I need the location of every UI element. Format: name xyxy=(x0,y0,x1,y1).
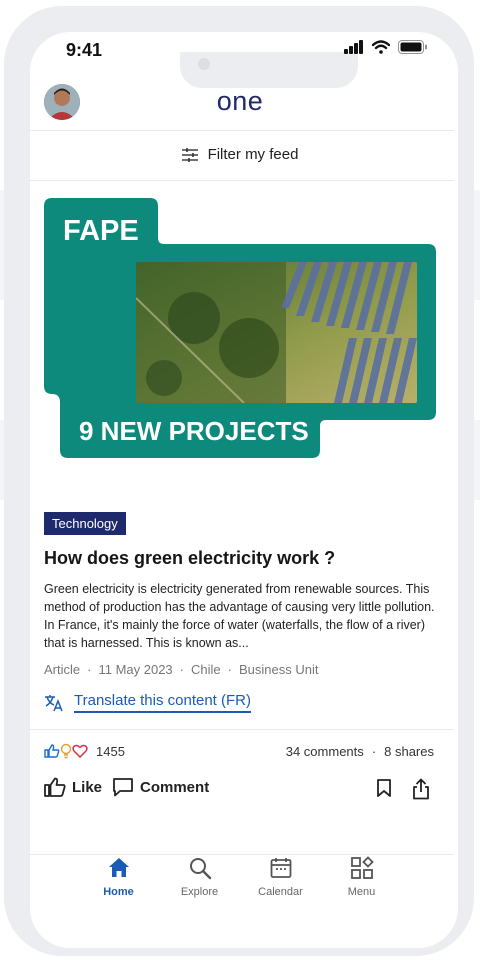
translate-link[interactable]: Translate this content (FR) xyxy=(44,692,252,713)
camera-dot xyxy=(198,58,210,70)
brand-logo: one xyxy=(216,86,264,116)
reactions-summary[interactable]: 1455 xyxy=(44,743,125,759)
battery-icon xyxy=(398,40,427,54)
nav-label: Menu xyxy=(347,886,376,898)
phone-screen xyxy=(30,32,458,948)
filter-label: Filter my feed xyxy=(207,146,299,163)
thumbs-up-reaction-icon xyxy=(44,744,60,758)
like-label: Like xyxy=(72,778,103,796)
idea-reaction-icon xyxy=(60,743,72,759)
reaction-count: 1455 xyxy=(96,743,125,759)
share-icon[interactable] xyxy=(412,778,430,800)
comment-icon xyxy=(113,778,133,797)
meta-separator: · xyxy=(87,662,92,677)
post-secondary-actions xyxy=(376,778,430,800)
meta-type: Article xyxy=(44,662,81,677)
nav-label: Home xyxy=(103,886,134,898)
nav-label: Explore xyxy=(180,886,219,898)
comments-count[interactable]: 34 comments xyxy=(286,744,364,759)
solar-field-image xyxy=(136,262,417,403)
wifi-icon xyxy=(372,40,390,54)
filter-feed-button[interactable]: Filter my feed xyxy=(0,146,480,163)
translate-icon xyxy=(45,694,63,711)
notch xyxy=(180,52,358,88)
comment-label: Comment xyxy=(140,778,210,796)
filter-sliders-icon xyxy=(181,147,198,162)
post-title[interactable]: How does green electricity work ? xyxy=(44,548,335,569)
shares-count[interactable]: 8 shares xyxy=(384,744,434,759)
thumbs-up-icon xyxy=(44,777,66,797)
status-time: 9:41 xyxy=(66,40,103,60)
search-icon xyxy=(189,858,211,880)
banner-subheadline: 9 NEW PROJECTS xyxy=(79,416,309,446)
heart-reaction-icon xyxy=(72,744,88,758)
bottom-nav: Home Explore Calendar Menu xyxy=(26,856,454,898)
engagement-counts: 34 comments · 8 shares xyxy=(286,744,434,759)
banner-headline: FAPE xyxy=(63,215,139,247)
divider xyxy=(26,729,454,730)
reaction-icons xyxy=(44,743,88,759)
meta-date: 11 May 2023 xyxy=(98,662,173,677)
meta-separator: · xyxy=(179,662,185,677)
home-icon xyxy=(108,858,129,877)
nav-item-explore[interactable]: Explore xyxy=(159,856,240,898)
divider xyxy=(26,130,454,131)
divider xyxy=(26,180,454,181)
post-body: Green electricity is electricity generat… xyxy=(44,582,435,650)
meta-country: Chile xyxy=(191,662,221,677)
category-tag[interactable]: Technology xyxy=(44,512,126,535)
signal-icon xyxy=(344,40,363,54)
post-banner[interactable]: FAPE 9 NEW PROJECTS xyxy=(44,198,436,460)
meta-separator: · xyxy=(227,662,232,677)
post-actions: Like Comment xyxy=(44,777,209,797)
grid-icon xyxy=(350,856,374,879)
nav-item-menu[interactable]: Menu xyxy=(321,856,402,898)
nav-label: Calendar xyxy=(258,886,303,898)
bookmark-icon[interactable] xyxy=(376,778,392,798)
status-icons xyxy=(344,40,428,54)
nav-item-calendar[interactable]: Calendar xyxy=(240,856,321,898)
translate-label: Translate this content (FR) xyxy=(74,692,252,713)
post-meta: Article · 11 May 2023 · Chile · Business Un… xyxy=(44,662,318,677)
divider xyxy=(26,854,454,855)
nav-item-home[interactable]: Home xyxy=(78,856,159,898)
meta-unit: Business Unit xyxy=(238,662,319,677)
like-button[interactable]: Like xyxy=(44,777,102,797)
comment-button[interactable]: Comment xyxy=(112,777,209,797)
calendar-icon xyxy=(270,858,291,878)
counts-separator: · xyxy=(371,744,377,759)
